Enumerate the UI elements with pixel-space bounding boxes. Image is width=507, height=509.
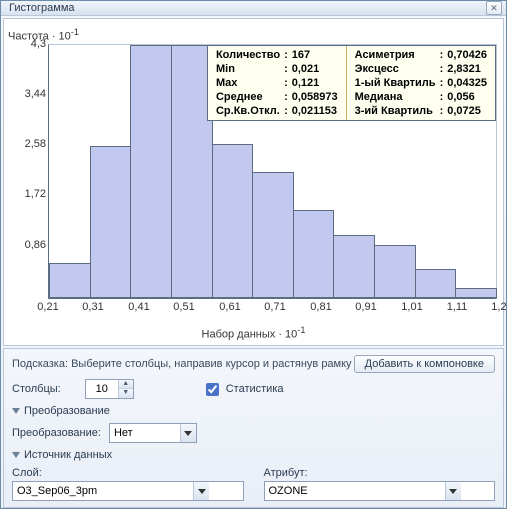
columns-spinner[interactable]: ▲ ▼	[85, 379, 134, 399]
hint-text: Подсказка: Выберите столбцы, направив ку…	[12, 358, 352, 370]
histogram-bar[interactable]	[293, 210, 335, 298]
titlebar[interactable]: Гистограмма ✕	[1, 1, 506, 16]
x-tick: 1,01	[401, 301, 422, 313]
spin-down-icon[interactable]: ▼	[119, 389, 133, 398]
layer-combo[interactable]	[12, 481, 244, 501]
statistics-checkbox-input[interactable]	[206, 383, 219, 396]
attribute-label: Атрибут:	[264, 467, 496, 479]
x-tick: 0,91	[355, 301, 376, 313]
x-tick: 0,21	[37, 301, 58, 313]
spin-up-icon[interactable]: ▲	[119, 380, 133, 389]
dropdown-icon[interactable]	[193, 482, 209, 500]
add-to-layout-button[interactable]: Добавить к компоновке	[354, 355, 495, 373]
transform-input[interactable]	[110, 424, 180, 442]
y-tick: 1,72	[25, 188, 46, 200]
chart-area: Частота · 10-1 4,3 3,44 2,58 1,72 0,86 К…	[3, 18, 504, 346]
histogram-bar[interactable]	[455, 288, 497, 298]
histogram-bar[interactable]	[90, 146, 132, 298]
histogram-bar[interactable]	[252, 172, 294, 299]
x-tick: 1,11	[447, 301, 468, 313]
y-tick: 0,86	[25, 239, 46, 251]
attribute-input[interactable]	[265, 482, 445, 500]
histogram-bar[interactable]	[374, 245, 416, 298]
plot-box[interactable]: Количество:167 Min:0,021 Max:0,121 Средн…	[48, 44, 497, 299]
histogram-bar[interactable]	[212, 144, 254, 298]
dropdown-icon[interactable]	[180, 424, 196, 442]
histogram-bar[interactable]	[415, 269, 457, 298]
histogram-bar[interactable]	[130, 45, 172, 298]
dropdown-icon[interactable]	[445, 482, 461, 500]
y-tick: 3,44	[25, 88, 46, 100]
x-tick: 0,31	[82, 301, 103, 313]
statistics-checkbox[interactable]: Статистика	[202, 380, 284, 399]
transform-label: Преобразование:	[12, 427, 101, 439]
transform-combo[interactable]	[109, 423, 197, 443]
histogram-dialog: Гистограмма ✕ Частота · 10-1 4,3 3,44 2,…	[0, 0, 507, 509]
controls-panel: Подсказка: Выберите столбцы, направив ку…	[3, 348, 504, 508]
x-tick: 0,41	[128, 301, 149, 313]
stats-box: Количество:167 Min:0,021 Max:0,121 Средн…	[207, 45, 496, 121]
chevron-down-icon	[12, 452, 20, 458]
columns-label: Столбцы:	[12, 383, 61, 395]
window-title: Гистограмма	[9, 2, 75, 14]
data-source-section-header[interactable]: Источник данных	[12, 449, 495, 461]
histogram-bar[interactable]	[333, 235, 375, 298]
x-tick: 1,21	[491, 301, 507, 313]
columns-input[interactable]	[86, 380, 118, 398]
layer-input[interactable]	[13, 482, 193, 500]
histogram-bar[interactable]	[49, 263, 91, 298]
y-tick: 2,58	[25, 138, 46, 150]
transform-section-header[interactable]: Преобразование	[12, 405, 495, 417]
x-tick: 0,51	[173, 301, 194, 313]
attribute-combo[interactable]	[264, 481, 496, 501]
close-icon[interactable]: ✕	[486, 1, 502, 15]
y-tick: 4,3	[31, 38, 46, 50]
x-axis-label: Набор данных · 10-1	[4, 325, 503, 341]
x-tick: 0,81	[310, 301, 331, 313]
layer-label: Слой:	[12, 467, 244, 479]
chevron-down-icon	[12, 408, 20, 414]
x-tick: 0,61	[219, 301, 240, 313]
x-tick: 0,71	[264, 301, 285, 313]
